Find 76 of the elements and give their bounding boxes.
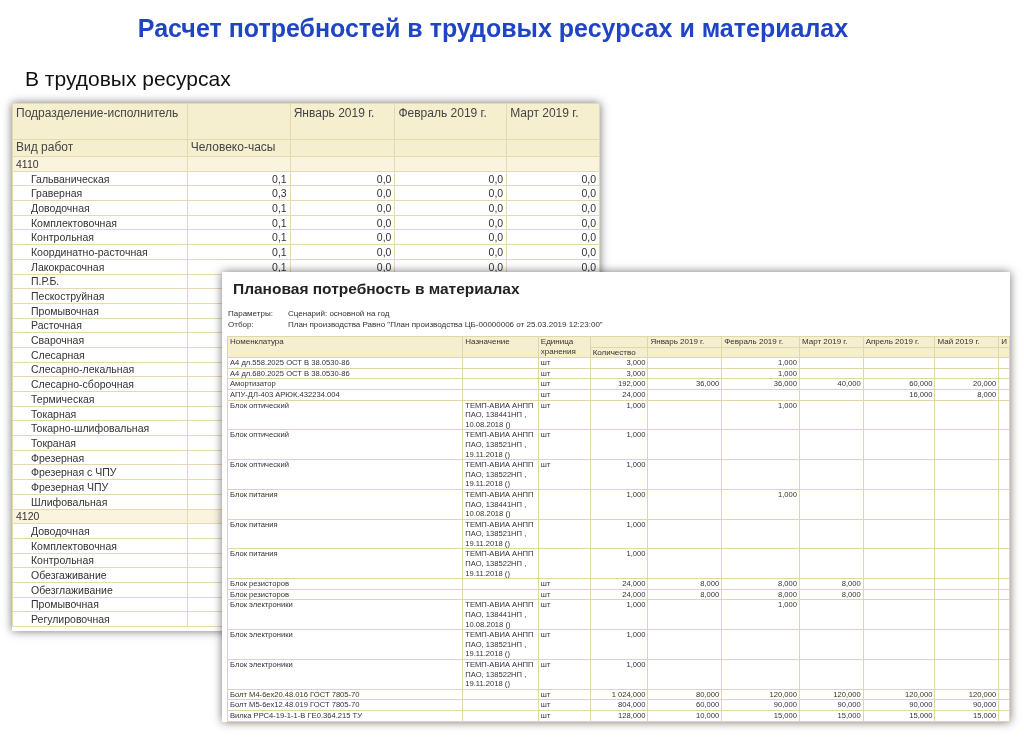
table-cell: 0,0 bbox=[290, 171, 395, 186]
table-cell: Промывочная bbox=[12, 303, 188, 319]
table-cell: Лакокрасочная bbox=[12, 259, 188, 274]
column-header: Январь 2019 г. bbox=[290, 103, 395, 140]
table-cell: Гальваническая bbox=[12, 171, 188, 186]
table-cell: Промывочная bbox=[12, 597, 188, 612]
table-cell: 0,0 bbox=[394, 215, 507, 230]
table-cell: Шлифовальная bbox=[12, 494, 188, 509]
table-cell: Фрезерная с ЧПУ bbox=[12, 464, 188, 480]
table-cell: П.Р.Б. bbox=[12, 274, 188, 289]
table-cell: Координатно-расточная bbox=[12, 244, 188, 260]
table-cell: 0,1 bbox=[187, 244, 291, 260]
table-cell: Сварочная bbox=[12, 332, 188, 348]
column-header: Февраль 2019 г. bbox=[394, 103, 507, 140]
column-header: Март 2019 г. bbox=[506, 103, 600, 140]
column-header: Май 2019 г. bbox=[934, 336, 999, 348]
parameter-label: Параметры: bbox=[228, 308, 274, 319]
table-cell: 0,1 bbox=[187, 215, 291, 230]
table-cell: 0,0 bbox=[506, 185, 600, 201]
table-cell: Обезглаживание bbox=[12, 582, 188, 598]
table-cell: 0,0 bbox=[506, 229, 600, 245]
column-header: Единица хранения bbox=[538, 336, 591, 358]
table-cell: Комплектовочная bbox=[12, 538, 188, 554]
column-header: И bbox=[998, 336, 1010, 348]
table-cell: Доводочная bbox=[12, 523, 188, 539]
slide-title: Расчет потребностей в трудовых ресурсах и материалах bbox=[136, 13, 850, 43]
table-cell: Слесарно-сборочная bbox=[12, 376, 188, 392]
table-cell: Пескоструйная bbox=[12, 288, 188, 304]
parameter-value: План производства Равно "План производства ЦБ-00000006 от 25.03.2019 12:23:00" bbox=[288, 319, 603, 330]
table-cell: 0,0 bbox=[506, 171, 600, 186]
table-cell: 0,0 bbox=[290, 244, 395, 260]
table-cell: Фрезерная ЧПУ bbox=[12, 479, 188, 495]
table-cell: 0,1 bbox=[187, 200, 291, 216]
table-cell: 0,0 bbox=[290, 215, 395, 230]
table-cell: Регулировочная bbox=[12, 611, 188, 627]
table-cell: Токраная bbox=[12, 435, 188, 451]
section-heading: В трудовых ресурсах bbox=[24, 66, 232, 91]
column-header: Подразделение-исполнитель bbox=[12, 103, 188, 140]
parameter-label: Отбор: bbox=[228, 319, 255, 330]
table-cell: 0,1 bbox=[187, 171, 291, 186]
table-cell: Граверная bbox=[12, 185, 188, 201]
table-cell: Расточная bbox=[12, 318, 188, 333]
table-cell: 0,0 bbox=[506, 215, 600, 230]
column-header: Апрель 2019 г. bbox=[863, 336, 935, 348]
table-cell: Слесарно-лекальная bbox=[12, 362, 188, 377]
table-cell: Токарная bbox=[12, 406, 188, 421]
table-cell: Фрезерная bbox=[12, 450, 188, 465]
table-cell: Доводочная bbox=[12, 200, 188, 216]
report-title: Плановая потребность в материалах bbox=[233, 280, 520, 297]
parameter-value: Сценарий: основной на год bbox=[288, 308, 390, 319]
table-cell: Токарно-шлифовальная bbox=[12, 420, 188, 436]
column-header: Номенклатура bbox=[227, 336, 463, 358]
column-header: Количество bbox=[590, 347, 648, 358]
table-cell: 0,3 bbox=[187, 185, 291, 201]
column-header: Март 2019 г. bbox=[799, 336, 864, 348]
table-cell bbox=[590, 336, 648, 348]
table-cell: 0,0 bbox=[506, 244, 600, 260]
table-cell: Термическая bbox=[12, 391, 188, 407]
table-cell: 0,1 bbox=[187, 229, 291, 245]
table-cell: 0,0 bbox=[290, 185, 395, 201]
table-cell: 0,0 bbox=[394, 200, 507, 216]
table-cell: 0,0 bbox=[394, 171, 507, 186]
table-cell: 0,0 bbox=[394, 229, 507, 245]
table-cell: 0,0 bbox=[394, 185, 507, 201]
column-header: Назначение bbox=[462, 336, 539, 358]
column-header: Январь 2019 г. bbox=[647, 336, 722, 348]
table-cell: Контрольная bbox=[12, 229, 188, 245]
table-cell: 0,0 bbox=[394, 244, 507, 260]
table-cell: 0,0 bbox=[506, 200, 600, 216]
table-cell: Контрольная bbox=[12, 553, 188, 568]
table-cell: Обезгаживание bbox=[12, 567, 188, 583]
table-cell: 0,0 bbox=[290, 200, 395, 216]
table-cell: Слесарная bbox=[12, 347, 188, 363]
column-header: Февраль 2019 г. bbox=[721, 336, 800, 348]
table-cell: 0,0 bbox=[290, 229, 395, 245]
table-cell: Комплектовочная bbox=[12, 215, 188, 230]
